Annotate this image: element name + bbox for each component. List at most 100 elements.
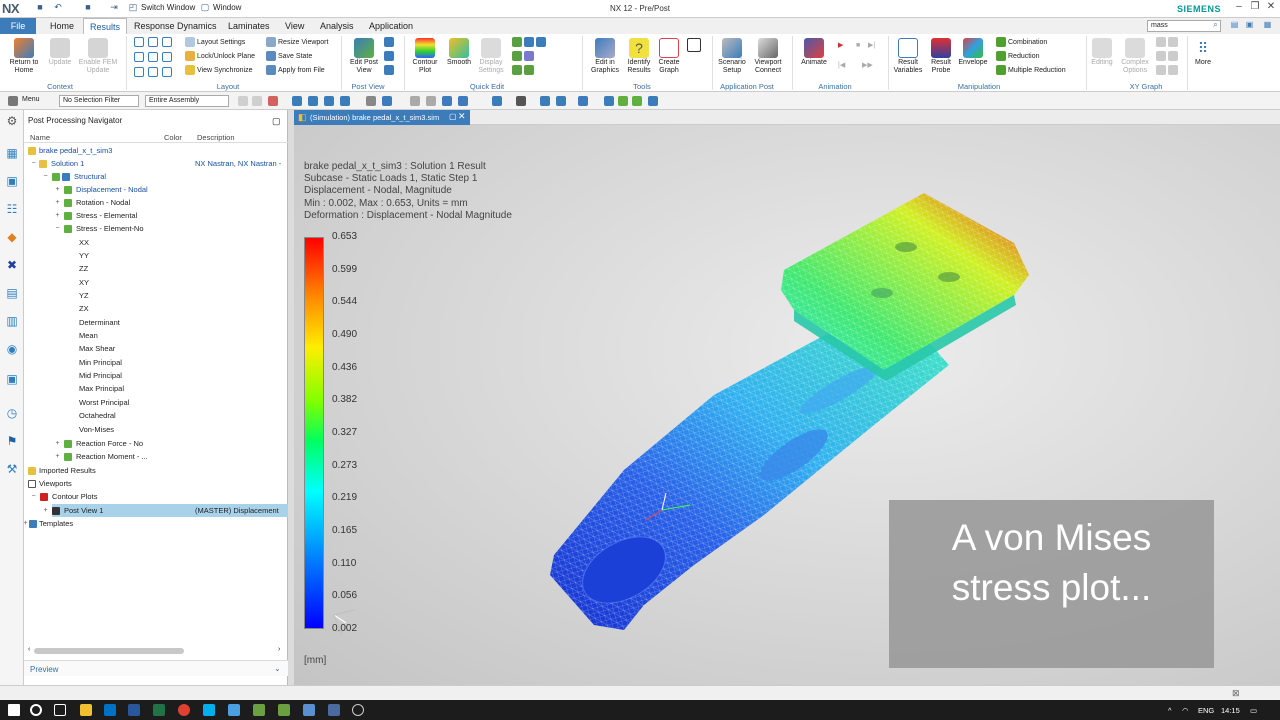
app-icon-3[interactable] <box>278 704 290 716</box>
tree-row-reaction-moment[interactable]: + Reaction Moment - ... <box>24 450 288 463</box>
tree-row-viewports[interactable]: Viewports <box>24 477 288 490</box>
quick-edit-icon-3[interactable] <box>536 37 546 48</box>
window-menu-icon[interactable]: ▢ <box>199 2 211 15</box>
viewport-connect-button[interactable]: Viewport Connect <box>750 38 786 75</box>
tools-icon[interactable]: ⚒ <box>4 462 20 478</box>
system-materials-icon[interactable]: ◉ <box>4 342 20 358</box>
identify-results-button[interactable]: ? Identify Results <box>623 38 655 75</box>
file-explorer-icon[interactable] <box>80 704 92 716</box>
scrollbar-thumb[interactable] <box>34 648 184 654</box>
language-indicator[interactable]: ENG <box>1198 706 1214 715</box>
settings-icon[interactable]: ▦ <box>1262 20 1273 31</box>
menu-icon[interactable] <box>8 96 18 106</box>
expand-icon[interactable]: + <box>54 196 61 209</box>
pause-icon[interactable]: ■ <box>856 40 860 52</box>
tree-row-component[interactable]: Determinant <box>24 316 288 329</box>
tab-analysis[interactable]: Analysis <box>314 18 360 34</box>
skype-icon[interactable] <box>203 704 215 716</box>
tab-laminates[interactable]: Laminates <box>222 18 276 34</box>
web-browser-icon[interactable]: ▤ <box>4 286 20 302</box>
post-navigator-icon[interactable]: ▣ <box>4 174 20 190</box>
layout-9-icon[interactable] <box>147 67 158 78</box>
close-icon[interactable]: ✕ <box>1264 1 1278 15</box>
view-icon-2[interactable] <box>382 96 392 106</box>
tree-row-stress-elemental[interactable]: + Stress - Elemental <box>24 209 288 222</box>
animate-button[interactable]: Animate <box>796 38 832 67</box>
view-icon-4[interactable] <box>426 96 436 106</box>
step-back-icon[interactable]: |◀ <box>838 60 845 72</box>
hd3d-icon[interactable]: ✖ <box>4 258 20 274</box>
result-probe-button[interactable]: Result Probe <box>926 38 956 75</box>
combination-button[interactable]: Combination <box>996 37 1047 49</box>
layout-1-icon[interactable] <box>134 37 144 48</box>
chrome-icon[interactable] <box>178 704 190 716</box>
layout-row-icon[interactable] <box>147 52 158 63</box>
tree-row-displacement[interactable]: + Displacement - Nodal <box>24 183 288 196</box>
layout-4-icon[interactable] <box>161 37 172 48</box>
windows-start-icon[interactable] <box>8 704 20 716</box>
search-icon[interactable]: ⌕ <box>1210 20 1221 31</box>
expand-icon[interactable]: + <box>54 450 61 463</box>
tree-row-component[interactable]: Octahedral <box>24 409 288 422</box>
tree-row-solution[interactable]: − Solution 1 NX Nastran, NX Nastran - <box>24 157 288 170</box>
search-circle-icon[interactable] <box>30 704 42 716</box>
chevron-down-icon[interactable]: ⌄ <box>274 664 281 673</box>
view-icon-14[interactable] <box>632 96 642 106</box>
app-icon-4[interactable] <box>303 704 315 716</box>
clock-display[interactable]: 14:15 <box>1221 706 1240 715</box>
selection-scope-dropdown[interactable]: Entire Assembly <box>145 95 229 107</box>
settings-gear-icon[interactable]: ⚙ <box>4 114 20 130</box>
xy-icon-3[interactable] <box>1156 51 1166 62</box>
reuse-library-icon[interactable]: ◆ <box>4 230 20 246</box>
create-graph-button[interactable]: Create Graph <box>655 38 683 75</box>
contour-plot-button[interactable]: Contour Plot <box>408 38 442 75</box>
tree-row-component[interactable]: YY <box>24 249 288 262</box>
selection-icon[interactable]: ⇥ <box>108 2 120 15</box>
scenario-setup-button[interactable]: Scenario Setup <box>714 38 750 75</box>
return-home-button[interactable]: Return to Home <box>4 38 44 75</box>
view-icon-13[interactable] <box>618 96 628 106</box>
apply-from-file-button[interactable]: Apply from File <box>266 65 325 77</box>
play-icon[interactable]: ▶ <box>838 40 843 52</box>
tree-row-component[interactable]: Mid Principal <box>24 369 288 382</box>
post-view-small-3[interactable] <box>384 65 396 77</box>
cue-icon[interactable]: ⊠ <box>1232 688 1240 699</box>
view-icon-6[interactable] <box>458 96 468 106</box>
snap-icon-7[interactable] <box>340 96 350 106</box>
post-view-icon-1[interactable] <box>384 37 394 48</box>
clock-icon[interactable]: ◷ <box>4 406 20 422</box>
layout-6-icon[interactable] <box>161 52 172 63</box>
snap-icon-1[interactable] <box>238 96 248 106</box>
post-view-small-1[interactable] <box>384 37 396 49</box>
xy-icon-5[interactable] <box>1156 65 1166 76</box>
switch-window-button[interactable]: Switch Window <box>141 3 195 12</box>
switch-window-icon[interactable]: ◰ <box>127 2 139 15</box>
xy-small-2[interactable] <box>1156 51 1180 63</box>
post-view-small-2[interactable] <box>384 51 396 63</box>
layout-settings-button[interactable]: Layout Settings <box>185 37 245 49</box>
quick-edit-icon-2[interactable] <box>524 37 534 48</box>
tree-row-component[interactable]: ZX <box>24 302 288 315</box>
display-settings-button[interactable]: Display Settings <box>475 38 507 75</box>
task-view-icon[interactable] <box>54 704 66 716</box>
post-view-icon-3[interactable] <box>384 65 394 76</box>
undo-icon[interactable]: ↶ <box>52 2 64 15</box>
xy-icon-6[interactable] <box>1168 65 1178 76</box>
view-icon-7[interactable] <box>492 96 502 106</box>
quick-edit-small-1[interactable] <box>512 37 548 49</box>
tree-row-component[interactable]: Von-Mises <box>24 423 288 436</box>
close-tab-icon[interactable]: ✕ <box>458 111 466 122</box>
expand-icon[interactable]: + <box>54 209 61 222</box>
tree-row-component[interactable]: Max Principal <box>24 382 288 395</box>
complex-options-button[interactable]: Complex Options <box>1118 38 1152 75</box>
sim-navigator-icon[interactable]: ☷ <box>4 202 20 218</box>
update-button[interactable]: Update <box>44 38 76 67</box>
view-icon-3[interactable] <box>410 96 420 106</box>
save-icon[interactable]: ■ <box>34 2 46 15</box>
view-icon-9[interactable] <box>540 96 550 106</box>
history-icon[interactable]: ▥ <box>4 314 20 330</box>
view-icon-1[interactable] <box>366 96 376 106</box>
tab-results[interactable]: Results <box>83 18 128 34</box>
xy-icon-1[interactable] <box>1156 37 1166 48</box>
redo-icon[interactable]: ■ <box>82 2 94 15</box>
